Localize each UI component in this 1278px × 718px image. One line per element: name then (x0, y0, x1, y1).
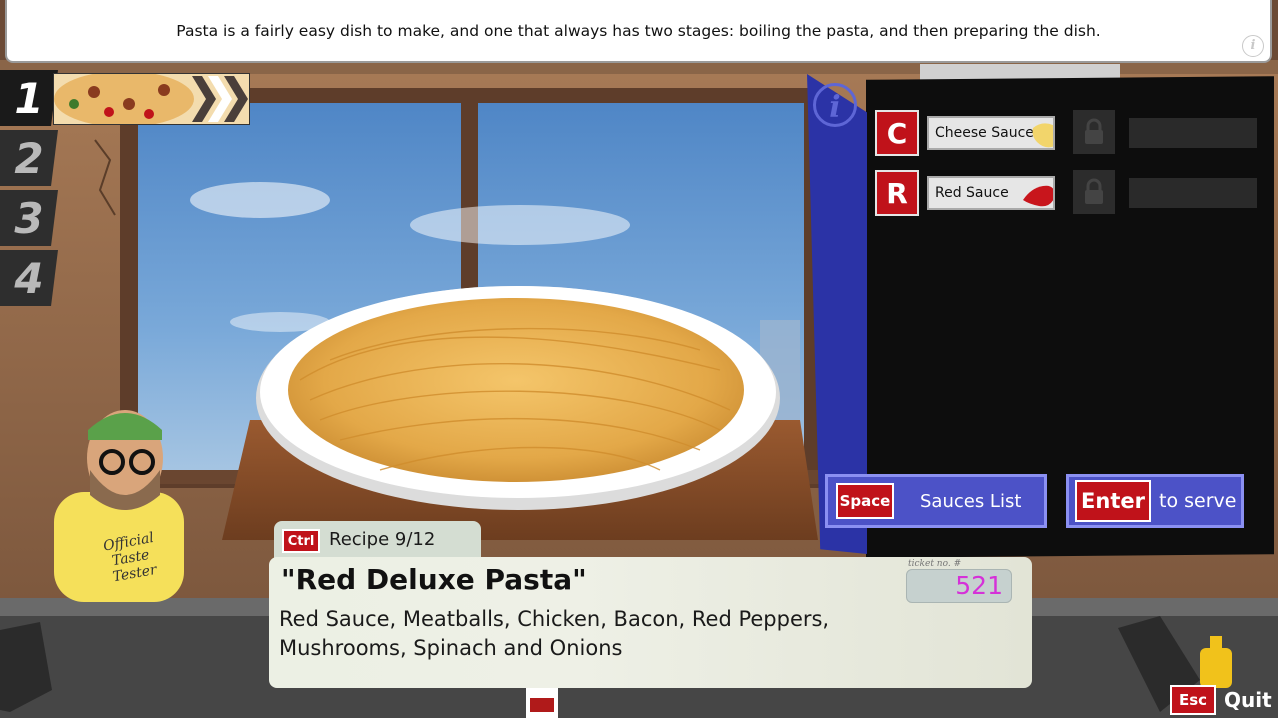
locked-slot (1073, 170, 1115, 214)
enter-key: Enter (1075, 480, 1151, 522)
sauce-row-cheese[interactable]: C Cheese Sauce (875, 110, 1270, 158)
recipe-counter: Recipe 9/12 (329, 529, 436, 550)
sauce-label-text: Cheese Sauce (935, 125, 1034, 141)
ctrl-key: Ctrl (282, 529, 320, 553)
sauce-row-red[interactable]: R Red Sauce (875, 170, 1270, 218)
red-sauce-icon (1023, 185, 1053, 207)
order-slot-number: 1 (14, 73, 44, 123)
recipe-card: "Red Deluxe Pasta" Red Sauce, Meatballs,… (269, 557, 1032, 688)
recipe-name: "Red Deluxe Pasta" (281, 563, 587, 596)
ticket-label: ticket no. # (908, 559, 962, 569)
sauce-label[interactable]: Cheese Sauce (927, 116, 1055, 150)
sauce-key[interactable]: C (875, 110, 919, 156)
ticket-number: 521 (906, 569, 1012, 603)
info-icon[interactable]: i (813, 83, 857, 127)
serve-button[interactable]: Enter to serve (1066, 474, 1244, 528)
sauce-key[interactable]: R (875, 170, 919, 216)
sauces-list-label: Sauces List (920, 490, 1022, 512)
info-icon[interactable]: i (1242, 35, 1264, 57)
esc-key: Esc (1170, 685, 1216, 715)
space-key: Space (836, 483, 894, 519)
hint-text: Pasta is a fairly easy dish to make, and… (176, 21, 1101, 40)
lock-icon (1085, 118, 1103, 144)
serve-label: to serve (1159, 490, 1237, 512)
recipe-ingredients: Red Sauce, Meatballs, Chicken, Bacon, Re… (279, 607, 830, 660)
lock-icon (1085, 178, 1103, 204)
order-slot-number: 2 (14, 133, 44, 183)
sauces-list-button[interactable]: Space Sauces List (825, 474, 1047, 528)
empty-sauce-slot (1129, 178, 1257, 208)
order-slot-2[interactable]: 2 (0, 130, 58, 186)
pizza-pasta-icon (54, 74, 249, 124)
order-slot-4[interactable]: 4 (0, 250, 58, 306)
quit-label: Quit (1224, 688, 1272, 712)
order-slot-number: 4 (14, 253, 44, 303)
sauce-label[interactable]: Red Sauce (927, 176, 1055, 210)
order-slot-3[interactable]: 3 (0, 190, 58, 246)
quit-button[interactable]: Esc Quit (1170, 682, 1278, 718)
hint-bar: Pasta is a fairly easy dish to make, and… (5, 0, 1272, 63)
order-slot-number: 3 (14, 193, 44, 243)
order-thumbnail[interactable] (53, 73, 250, 125)
cheese-sauce-icon (1032, 123, 1053, 148)
locked-slot (1073, 110, 1115, 154)
order-slot-1[interactable]: 1 (0, 70, 58, 126)
empty-sauce-slot (1129, 118, 1257, 148)
sauce-label-text: Red Sauce (935, 185, 1009, 201)
